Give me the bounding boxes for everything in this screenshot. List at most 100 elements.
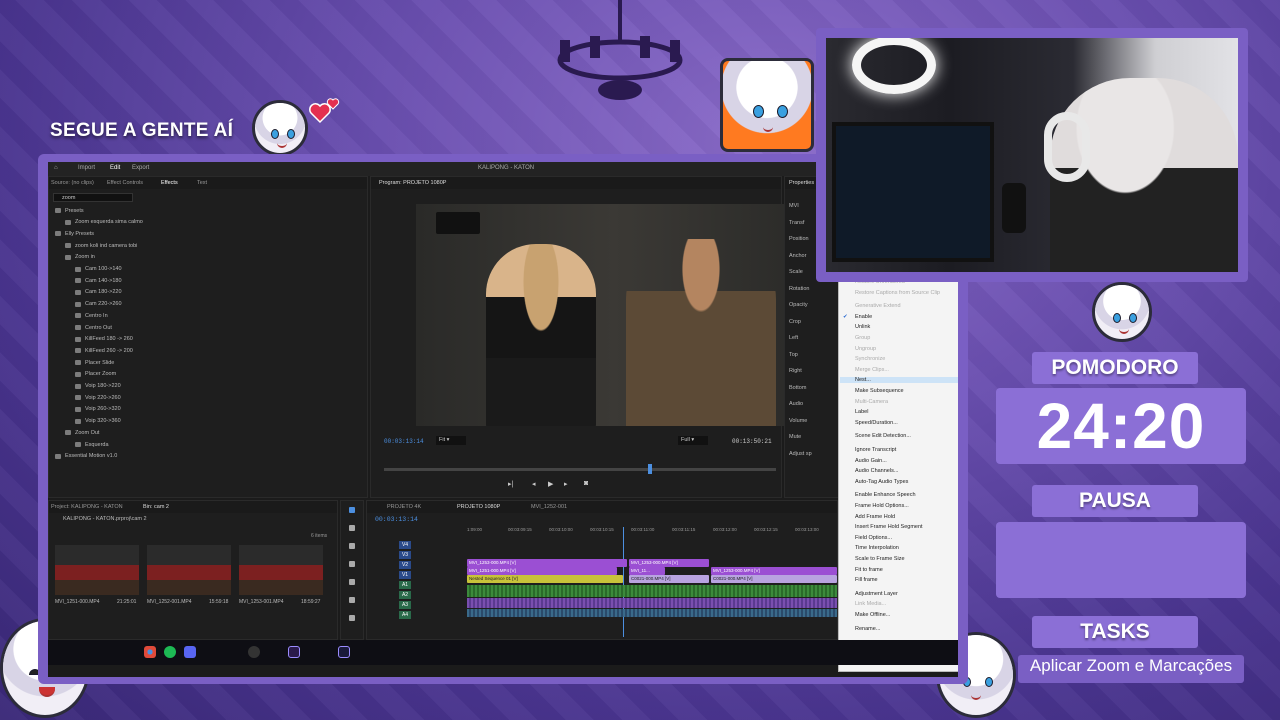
effects-tree-item[interactable]: KillFeed 180 -> 260 [75,334,375,345]
effects-tree-item[interactable]: Esquerda [75,439,375,450]
timeline-clip[interactable]: MVI_1253-000.MP4 [V] [467,559,627,567]
context-menu-item[interactable]: Make Subsequence [855,388,904,394]
context-menu-item[interactable]: Time Interpolation [855,545,899,551]
track-select-icon[interactable] [349,525,355,531]
context-menu-item[interactable]: Unlink [855,324,870,330]
context-menu-item[interactable]: Audio Channels... [855,468,898,474]
hand-tool-icon[interactable] [349,615,355,621]
property-label[interactable]: Audio [789,401,803,407]
context-menu-item[interactable]: Rename... [855,626,880,632]
after-effects-icon[interactable] [338,646,350,658]
effects-tree-item[interactable]: Cam 100->140 [75,264,375,275]
timeline-ruler[interactable]: 1:09:00 00:03:09:15 00:03:10:00 00:03:10:15… [467,527,837,535]
selection-tool-icon[interactable] [349,507,355,513]
effects-tree-item[interactable]: Presets [55,205,355,216]
property-label[interactable]: Mute [789,434,801,440]
property-label[interactable]: Adjust sp [789,451,812,457]
clip-thumbnail-1[interactable] [55,545,139,595]
spotify-icon[interactable] [164,646,176,658]
effects-tree-item[interactable]: Zoom esquerda sima calmo [65,217,365,228]
effects-tree-item[interactable]: Voip 220->260 [75,392,375,403]
context-menu-item[interactable]: Scene Edit Detection... [855,433,911,439]
effects-tree-item[interactable]: Centro In [75,310,375,321]
effects-tree-item[interactable]: Centro Out [75,322,375,333]
timeline-playhead[interactable] [623,527,624,637]
step-forward-icon[interactable]: ▸ [564,480,568,488]
context-menu-item[interactable]: Auto-Tag Audio Types [855,479,908,485]
obs-icon[interactable] [248,646,260,658]
context-menu-item[interactable]: Audio Gain... [855,458,887,464]
properties-tab-label[interactable]: Properties [789,180,814,186]
property-label[interactable]: Transf [789,220,804,226]
menu-export[interactable]: Export [132,165,149,171]
context-menu-item[interactable]: Enable Enhance Speech [855,492,916,498]
context-menu-item[interactable]: Make Offline... [855,612,890,618]
tab-effects[interactable]: Effects [161,180,178,186]
track-header[interactable]: V4 [399,541,411,549]
timeline-timecode[interactable]: 00:03:13:14 [375,516,418,523]
context-menu-item[interactable]: Nest... [840,377,958,384]
timeline-clip[interactable]: MVI_1253-000.MP4 [V] [711,567,837,575]
property-label[interactable]: Volume [789,418,807,424]
timeline-clip[interactable]: MVI_1251-000.MP4 [V] [467,567,617,575]
context-menu-item[interactable]: Adjustment Layer [855,591,898,597]
clip-thumbnail-3[interactable] [239,545,323,595]
track-header[interactable]: A1 [399,581,411,589]
program-tab-label[interactable]: Program: PROJETO 1080P [379,180,446,186]
audio-waveform-a2[interactable] [467,598,837,608]
context-menu-item[interactable]: Scale to Frame Size [855,556,905,562]
camera-icon[interactable]: ◙ [584,480,588,487]
context-menu-item[interactable]: Frame Hold Options... [855,503,909,509]
mark-in-icon[interactable]: ▸| [508,480,513,488]
razor-tool-icon[interactable] [349,561,355,567]
fit-dropdown[interactable]: Fit ▾ [436,436,466,445]
discord-icon[interactable] [184,646,196,658]
effects-search-input[interactable]: zoom [53,193,133,202]
property-label[interactable]: MVI [789,203,799,209]
track-header[interactable]: V3 [399,551,411,559]
effects-tree-item[interactable]: Cam 180->220 [75,287,375,298]
tab-text[interactable]: Text [197,180,207,186]
pen-tool-icon[interactable] [349,597,355,603]
timeline-clip[interactable]: MVI_11... [629,567,665,575]
home-icon[interactable]: ⌂ [54,165,58,171]
slip-tool-icon[interactable] [349,579,355,585]
timeline-clip[interactable]: C0021-000.MP4 [V] [629,575,709,583]
effects-tree-item[interactable]: Zoom in [65,252,365,263]
property-label[interactable]: Scale [789,269,803,275]
property-label[interactable]: Bottom [789,385,806,391]
property-label[interactable]: Position [789,236,809,242]
program-timecode[interactable]: 00:03:13:14 [384,438,424,445]
track-header[interactable]: A2 [399,591,411,599]
timeline-clip[interactable]: Nested Sequence 01 [V] [467,575,623,583]
chrome-icon[interactable] [144,646,156,658]
premiere-icon[interactable] [288,646,300,658]
tab-sequence-1080p[interactable]: PROJETO 1080P [457,504,500,510]
effects-tree-item[interactable]: KillFeed 260 -> 200 [75,345,375,356]
ripple-edit-icon[interactable] [349,543,355,549]
tab-sequence-mvi[interactable]: MVI_1252-001 [531,504,567,510]
effects-tree-item[interactable]: Cam 140->180 [75,275,375,286]
effects-tree-item[interactable]: Voip 320->360 [75,416,375,427]
effects-tree-item[interactable]: Placer Zoom [75,369,375,380]
timeline-clip[interactable]: C0021-000.MP4 [V] [711,575,837,583]
tab-bin[interactable]: Bin: cam 2 [143,504,169,510]
playhead-marker[interactable] [648,464,652,474]
context-menu-item[interactable]: Fit to frame [855,567,883,573]
full-dropdown[interactable]: Full ▾ [678,436,708,445]
track-header[interactable]: V1 [399,571,411,579]
clip-thumbnail-2[interactable] [147,545,231,595]
property-label[interactable]: Anchor [789,253,806,259]
context-menu-item[interactable]: Label [855,409,868,415]
tab-source[interactable]: Source: (no clips) [51,180,94,186]
effects-tree-item[interactable]: Placer Slide [75,357,375,368]
effects-tree-item[interactable]: Essential Motion v1.0 [55,451,355,462]
effects-tree-item[interactable]: Elly Presets [55,228,355,239]
context-menu-item[interactable]: Add Frame Hold [855,514,895,520]
audio-waveform-a3[interactable] [467,609,837,617]
tab-project[interactable]: Project: KALIPONG - KATON [51,504,123,510]
track-header[interactable]: V2 [399,561,411,569]
effects-tree-item[interactable]: Voip 260->320 [75,404,375,415]
effects-tree-item[interactable]: zoom koli ind camera tobi [65,240,365,251]
timeline-clip[interactable]: MVI_1253-000.MP4 [V] [629,559,709,567]
